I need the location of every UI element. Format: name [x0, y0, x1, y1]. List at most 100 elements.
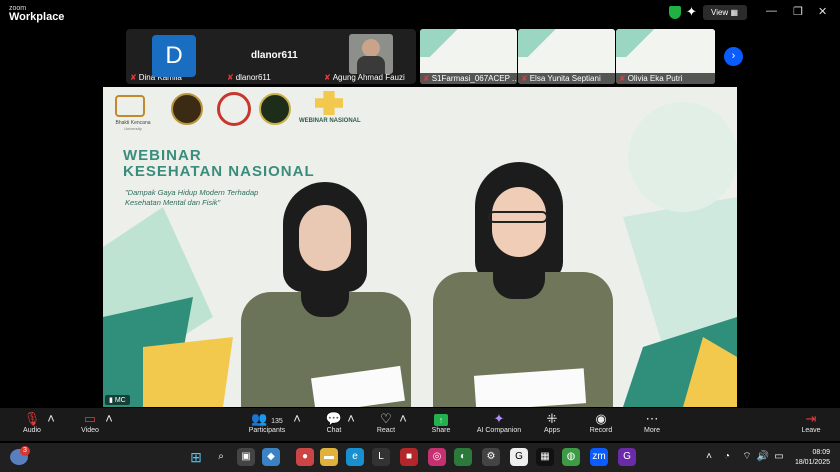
app-icon[interactable]: G [618, 448, 636, 466]
share-button[interactable]: ↑ Share [428, 411, 454, 434]
chevron-up-icon[interactable]: ˄ [700, 448, 718, 466]
leave-button[interactable]: ⇥ Leave [798, 411, 824, 434]
badge-logo [259, 93, 291, 125]
minimize-icon[interactable]: — [766, 5, 777, 17]
restore-icon[interactable]: ❐ [793, 5, 803, 18]
participant-name: Olivia Eka Putri [627, 74, 683, 83]
file-explorer-icon[interactable]: ▬ [320, 448, 338, 466]
audio-button[interactable]: 🎙 Audio [18, 411, 46, 434]
chat-button[interactable]: 💬 Chat [322, 411, 346, 434]
participant-tile[interactable]: ✘ Elsa Yunita Septiani [518, 29, 615, 84]
participant-title: dlanor611 [251, 50, 298, 61]
muted-mic-icon: ✘ [130, 73, 137, 82]
avatar: D [152, 35, 196, 77]
zoom-app-icon[interactable]: zm [590, 448, 608, 466]
tray-icon[interactable]: ◔ [718, 448, 736, 466]
video-options-caret[interactable]: ˄ [104, 411, 114, 427]
edge-icon[interactable]: e [346, 448, 364, 466]
windows-start-icon[interactable]: ⊞ [187, 448, 205, 466]
app-icon[interactable]: L [372, 448, 390, 466]
meeting-toolbar [0, 408, 840, 441]
participant-photo [349, 34, 393, 74]
speaker-label: ▮ MC [105, 395, 130, 405]
chevron-up-icon: ˄ [347, 411, 355, 426]
participant-name: S1Farmasi_067ACEP ... [431, 74, 517, 83]
participants-count: 135 [271, 418, 283, 425]
app-icon[interactable]: ⚙ [482, 448, 500, 466]
participants-caret[interactable]: ˄ [292, 411, 302, 427]
more-icon: ⋯ [645, 411, 659, 426]
audio-options-caret[interactable]: ˄ [46, 411, 56, 427]
app-icon[interactable]: ● [296, 448, 314, 466]
participant-tile[interactable]: ✘ Olivia Eka Putri [616, 29, 715, 84]
apps-button[interactable]: ⁜ Apps [540, 411, 564, 434]
widgets-icon[interactable]: ◆ [262, 448, 280, 466]
more-button[interactable]: ⋯ More [640, 411, 664, 434]
muted-mic-icon: ✘ [423, 74, 430, 83]
main-video: Bhakti Kencana University WEBINAR NASION… [103, 87, 737, 407]
chat-caret[interactable]: ˄ [346, 411, 356, 427]
react-button[interactable]: ♡ React [374, 411, 398, 434]
video-button[interactable]: ▭ Video [76, 411, 104, 434]
bhakti-kencana-logo [115, 95, 145, 117]
participants-button[interactable]: 👥 135 Participants [245, 411, 289, 434]
video-off-icon: ▭ [83, 411, 97, 426]
shield-icon[interactable] [669, 6, 681, 19]
chrome-icon[interactable]: ◍ [562, 448, 580, 466]
app-icon[interactable]: ■ [400, 448, 418, 466]
view-label: View [711, 8, 729, 17]
app-icon[interactable]: ◐ [454, 448, 472, 466]
chat-label: Chat [326, 427, 342, 434]
battery-icon[interactable]: ▭ [770, 448, 788, 466]
grid-icon: ▦ [730, 8, 738, 17]
brand-bottom: Workplace [9, 11, 65, 23]
app-icon[interactable]: ◎ [428, 448, 446, 466]
chevron-up-icon: ˄ [47, 411, 55, 426]
share-label: Share [431, 427, 451, 434]
audio-label: Audio [23, 427, 41, 434]
ai-companion-button[interactable]: ✦ AI Companion [474, 411, 524, 434]
mic-off-icon: 🎙 [23, 411, 41, 426]
system-clock[interactable]: 08:09 18/01/2025 [795, 448, 830, 468]
participant-name: Agung Ahmad Fauzi [332, 73, 405, 82]
app-icon[interactable]: G [510, 448, 528, 466]
people-icon: 👥 135 [251, 411, 283, 426]
notification-badge: 3 [20, 446, 30, 456]
close-icon[interactable]: ✕ [818, 5, 827, 18]
chevron-up-icon: ˄ [105, 411, 113, 426]
chevron-up-icon: ˄ [399, 411, 407, 426]
view-button[interactable]: View ▦ [703, 5, 747, 20]
zoom-logo: zoom Workplace [9, 4, 65, 23]
more-label: More [644, 427, 660, 434]
clock-date: 18/01/2025 [794, 459, 830, 466]
task-view-icon[interactable]: ▣ [237, 448, 255, 466]
ai-label: AI Companion [476, 427, 522, 434]
webinar-logo-text: WEBINAR NASIONAL [299, 118, 361, 124]
react-label: React [376, 427, 396, 434]
chevron-up-icon: ˄ [293, 411, 301, 426]
chat-icon: 💬 [325, 411, 343, 426]
org-sub: University [124, 126, 142, 131]
participant-tile[interactable]: dlanor611 ✘ dlanor611 [223, 29, 319, 84]
slide-subtitle-2: Kesehatan Mental dan Fisik" [125, 198, 221, 207]
signal-icon: ▮ [109, 397, 113, 404]
next-page-button[interactable]: › [724, 47, 743, 66]
react-caret[interactable]: ˄ [398, 411, 408, 427]
sparkle-icon[interactable]: ✦ [686, 4, 697, 20]
muted-mic-icon: ✘ [521, 74, 528, 83]
participant-tile[interactable]: ✘ S1Farmasi_067ACEP ... [420, 29, 517, 84]
video-label: Video [81, 427, 99, 434]
record-label: Record [589, 427, 613, 434]
record-icon: ◉ [595, 411, 607, 426]
record-button[interactable]: ◉ Record [588, 411, 614, 434]
slide-title-2: KESEHATAN NASIONAL [123, 163, 315, 180]
emblem-logo [217, 92, 251, 126]
clock-time: 08:09 [812, 449, 830, 456]
apps-icon: ⁜ [546, 411, 558, 426]
share-icon: ↑ [428, 411, 454, 427]
app-icon[interactable]: ▦ [536, 448, 554, 466]
apps-label: Apps [544, 427, 560, 434]
search-icon[interactable]: ⌕ [212, 448, 230, 466]
heart-icon: ♡ [380, 411, 392, 426]
participant-name: dlanor611 [235, 73, 271, 82]
